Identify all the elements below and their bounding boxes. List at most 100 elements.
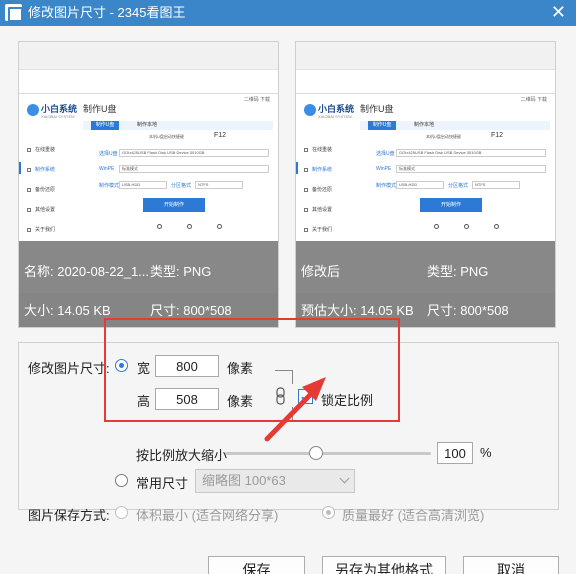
save-as-button[interactable]: 另存为其他格式	[322, 556, 446, 574]
height-input[interactable]	[155, 388, 219, 410]
height-label: 高	[137, 394, 151, 409]
height-unit: 像素	[227, 394, 254, 409]
mini-top-right: 二维码 下载	[243, 97, 270, 103]
mini-logo-icon	[27, 104, 39, 116]
file-type: 类型: PNG	[150, 264, 212, 279]
link-bracket	[275, 407, 293, 421]
preview-modified-title: 修改后	[301, 264, 341, 279]
mini-sidebar-item: 在线重装	[304, 146, 332, 153]
mini-tab-other: 制作本地	[137, 122, 158, 128]
scale-percent-input[interactable]	[437, 442, 473, 464]
close-icon[interactable]: ✕	[551, 2, 566, 22]
common-size-select[interactable]: 缩略图 100*63	[195, 469, 355, 493]
best-quality-radio[interactable]	[322, 506, 335, 519]
mini-label-usb: 选择U盘	[376, 151, 395, 157]
mini-label-format: 制作模式	[376, 183, 397, 189]
resize-settings-group: 修改图片尺寸: 宽 像素 高 像素 锁定比例 按比例放大缩小 % 常用尺寸 缩略…	[18, 342, 559, 523]
mini-icon	[434, 224, 439, 229]
scale-label: 按比例放大缩小	[136, 448, 228, 463]
info-overlay: 修改后 类型: PNG 预估大小: 14.05 KB 尺寸: 800*508	[296, 241, 555, 327]
lock-ratio-label: 锁定比例	[321, 393, 374, 408]
mini-icon	[464, 224, 469, 229]
common-size-radio[interactable]	[115, 474, 128, 487]
mini-mode-select: 标准模式	[119, 165, 269, 173]
width-input[interactable]	[155, 355, 219, 377]
custom-size-radio[interactable]	[115, 359, 128, 372]
dialog-body: 小白系统 XIAOBAI SYSTEM 制作U盘 二维码 下载 制作U盘 制作本…	[0, 26, 576, 574]
mini-icon	[494, 224, 499, 229]
save-button[interactable]: 保存	[208, 556, 305, 574]
mini-format-select: USB-HDD	[119, 181, 167, 189]
mini-partition-select: NTFS	[472, 181, 520, 189]
file-name: 名称: 2020-08-22_1...	[24, 264, 150, 279]
smallest-size-label: 体积最小 (适合网络分享)	[136, 508, 279, 523]
common-size-label: 常用尺寸	[136, 476, 189, 491]
smallest-size-radio[interactable]	[115, 506, 128, 519]
lock-ratio-checkbox[interactable]	[298, 389, 313, 404]
mini-hotkey: F12	[491, 132, 504, 139]
best-quality-label: 质量最好 (适合高清浏览)	[342, 508, 485, 523]
preview-top-strip	[296, 42, 555, 70]
app-icon	[5, 4, 23, 22]
mini-sidebar-indicator	[19, 162, 21, 174]
mini-app-title: 制作U盘	[360, 104, 394, 114]
mini-sidebar-item: 备份还原	[27, 186, 55, 193]
mini-app-title: 制作U盘	[83, 104, 117, 114]
mini-tagline: XIAOBAI SYSTEM	[41, 114, 75, 119]
link-chain-icon	[276, 387, 285, 405]
info-overlay: 名称: 2020-08-22_1... 类型: PNG 大小: 14.05 KB…	[19, 241, 278, 327]
file-type: 类型: PNG	[427, 264, 489, 279]
mini-hotkey: F12	[214, 132, 227, 139]
mini-tab-other: 制作本地	[414, 122, 435, 128]
mini-sidebar-item: 备份还原	[304, 186, 332, 193]
file-dimensions: 尺寸: 800*508	[427, 303, 509, 318]
width-unit: 像素	[227, 361, 254, 376]
common-size-value: 缩略图 100*63	[202, 473, 286, 488]
checkmark-icon	[301, 392, 312, 402]
mini-format-select: USB-HDD	[396, 181, 444, 189]
preview-original: 小白系统 XIAOBAI SYSTEM 制作U盘 二维码 下载 制作U盘 制作本…	[18, 41, 279, 328]
mini-label-partition: 分区格式	[171, 183, 192, 189]
mini-sidebar-item: 制作系统	[27, 166, 55, 173]
mini-icon	[217, 224, 222, 229]
file-size: 大小: 14.05 KB	[24, 303, 111, 318]
mini-partition-select: NTFS	[195, 181, 243, 189]
mini-label-partition: 分区格式	[448, 183, 469, 189]
window-title: 修改图片尺寸 - 2345看图王	[28, 5, 186, 20]
mini-sidebar-item: 关于我们	[304, 226, 332, 233]
preview-modified: 小白系统 XIAOBAI SYSTEM 制作U盘 二维码 下载 制作U盘 制作本…	[295, 41, 556, 328]
estimated-size: 预估大小: 14.05 KB	[301, 303, 414, 318]
mini-label-mode: WinPE	[376, 166, 392, 172]
mini-top-right: 二维码 下载	[520, 97, 547, 103]
mini-info: 本机U盘启动快捷键	[426, 134, 461, 139]
scale-percent-unit: %	[480, 445, 492, 460]
mini-start-button: 开始制作	[143, 198, 205, 212]
mini-icon	[187, 224, 192, 229]
mini-label-format: 制作模式	[99, 183, 120, 189]
mini-sidebar-item: 其他设置	[304, 206, 332, 213]
cancel-button[interactable]: 取消	[463, 556, 559, 574]
resize-section-label: 修改图片尺寸:	[28, 361, 110, 376]
mini-label-mode: WinPE	[99, 166, 115, 172]
link-bracket	[275, 370, 293, 384]
mini-start-button: 开始制作	[420, 198, 482, 212]
width-label: 宽	[137, 361, 151, 376]
mini-tab-active: 制作U盘	[91, 121, 119, 130]
mini-info: 本机U盘启动快捷键	[149, 134, 184, 139]
mini-label-usb: 选择U盘	[99, 151, 118, 157]
mini-sidebar-item: 关于我们	[27, 226, 55, 233]
title-bar: 修改图片尺寸 - 2345看图王 ✕	[0, 0, 576, 26]
file-dimensions: 尺寸: 800*508	[150, 303, 232, 318]
mini-sidebar-indicator	[296, 162, 298, 174]
mini-sidebar-item: 其他设置	[27, 206, 55, 213]
mini-icon	[157, 224, 162, 229]
scale-slider-thumb[interactable]	[309, 446, 323, 460]
scale-slider-track[interactable]	[225, 452, 431, 455]
mini-sidebar-item: 在线重装	[27, 146, 55, 153]
mini-tagline: XIAOBAI SYSTEM	[318, 114, 352, 119]
mini-usb-select: GOIx425USB Flash Disk USB Device 3010GB	[396, 149, 546, 157]
mini-logo-icon	[304, 104, 316, 116]
mini-sidebar-item: 制作系统	[304, 166, 332, 173]
preview-top-strip	[19, 42, 278, 70]
mini-tab-active: 制作U盘	[368, 121, 396, 130]
